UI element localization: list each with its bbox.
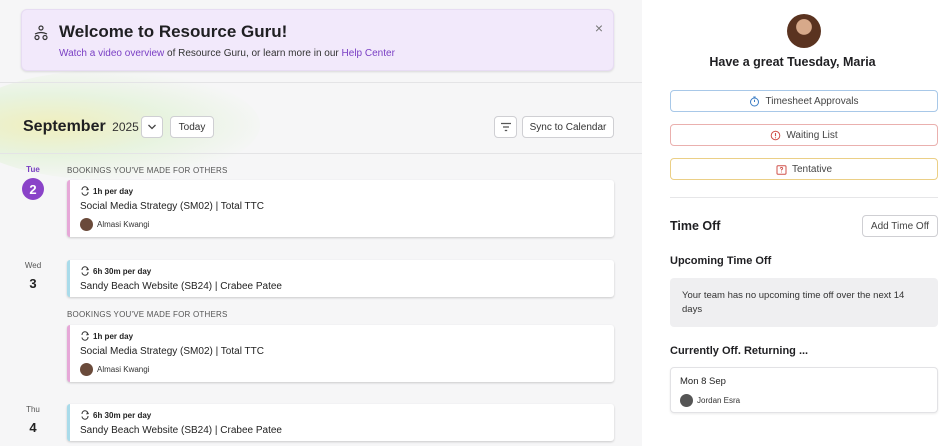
close-icon[interactable]: × [595,20,603,36]
booking-card[interactable]: 6h 30m per day Sandy Beach Website (SB24… [67,404,614,441]
booking-card[interactable]: 1h per day Social Media Strategy (SM02) … [67,325,614,382]
timesheet-approvals-button[interactable]: Timesheet Approvals [670,90,938,112]
currently-off-title: Currently Off. Returning ... [670,345,809,357]
month-title: September 2025 [23,118,139,136]
project-name: Social Media Strategy (SM02) | Total TTC [80,346,264,357]
day-thu[interactable]: Thu 4 [22,405,44,435]
rate-label: 6h 30m per day [93,410,152,420]
juggler-icon [34,25,48,41]
button-label: Waiting List [786,129,838,141]
person-name: Jordan Esra [697,396,741,405]
avatar [680,394,693,407]
month-label: September [23,118,106,135]
repeat-icon [81,410,90,420]
booking-card[interactable]: 1h per day Social Media Strategy (SM02) … [67,180,614,237]
filter-icon [500,122,511,132]
user-avatar[interactable] [787,14,821,48]
project-name: Social Media Strategy (SM02) | Total TTC [80,201,264,212]
returning-date: Mon 8 Sep [680,376,726,387]
project-name: Sandy Beach Website (SB24) | Crabee Pate… [80,425,282,436]
sync-to-calendar-button[interactable]: Sync to Calendar [522,116,614,138]
video-overview-link[interactable]: Watch a video overview [59,48,164,59]
returning-card[interactable]: Mon 8 Sep Jordan Esra [670,367,938,413]
booking-rate: 1h per day [80,186,133,196]
booking-rate: 6h 30m per day [80,410,151,420]
returning-person: Jordan Esra [680,394,740,407]
stopwatch-icon [750,96,760,106]
rate-label: 6h 30m per day [93,266,152,276]
rate-label: 1h per day [93,186,134,196]
upcoming-time-off-title: Upcoming Time Off [670,255,772,267]
day-wed[interactable]: Wed 3 [22,261,44,291]
today-button[interactable]: Today [170,116,214,138]
alert-icon [771,130,781,140]
booking-rate: 6h 30m per day [80,266,151,276]
banner-subtitle: Watch a video overview of Resource Guru,… [59,48,395,59]
booked-person: Almasi Kwangi [80,363,149,376]
button-label: Timesheet Approvals [765,95,859,107]
button-label: Tentative [791,163,833,175]
repeat-icon [81,266,90,276]
time-off-title: Time Off [670,219,721,233]
tentative-button[interactable]: Tentative [670,158,938,180]
filter-button[interactable] [494,116,517,138]
waiting-list-button[interactable]: Waiting List [670,124,938,146]
year-label: 2025 [112,120,139,134]
divider [0,82,642,83]
day-of-week: Thu [26,405,40,414]
chevron-down-icon [148,124,156,130]
booking-card[interactable]: 6h 30m per day Sandy Beach Website (SB24… [67,260,614,297]
booking-rate: 1h per day [80,331,133,341]
section-label: BOOKINGS YOU'VE MADE FOR OTHERS [67,166,228,175]
welcome-banner: Welcome to Resource Guru! Watch a video … [21,9,614,71]
divider [0,153,642,154]
person-name: Almasi Kwangi [97,365,150,374]
schedule-panel: Welcome to Resource Guru! Watch a video … [0,0,642,446]
day-tue[interactable]: Tue 2 [22,165,44,200]
add-time-off-button[interactable]: Add Time Off [862,215,938,237]
question-calendar-icon [776,164,787,175]
person-name: Almasi Kwangi [97,220,150,229]
month-picker-button[interactable] [141,116,163,138]
repeat-icon [81,186,90,196]
project-name: Sandy Beach Website (SB24) | Crabee Pate… [80,281,282,292]
help-center-link[interactable]: Help Center [342,48,395,59]
repeat-icon [81,331,90,341]
section-label: BOOKINGS YOU'VE MADE FOR OTHERS [67,310,228,319]
day-number: 3 [29,276,37,291]
day-number: 4 [29,420,37,435]
banner-title: Welcome to Resource Guru! [59,22,288,41]
greeting: Have a great Tuesday, Maria [709,55,876,69]
day-of-week: Tue [26,165,40,174]
divider [670,197,938,198]
rate-label: 1h per day [93,331,134,341]
banner-text: of Resource Guru, or learn more in our [164,48,342,59]
avatar [80,363,93,376]
upcoming-empty-state: Your team has no upcoming time off over … [670,278,938,327]
day-number: 2 [22,178,44,200]
day-of-week: Wed [24,261,42,270]
avatar [80,218,93,231]
booked-person: Almasi Kwangi [80,218,149,231]
